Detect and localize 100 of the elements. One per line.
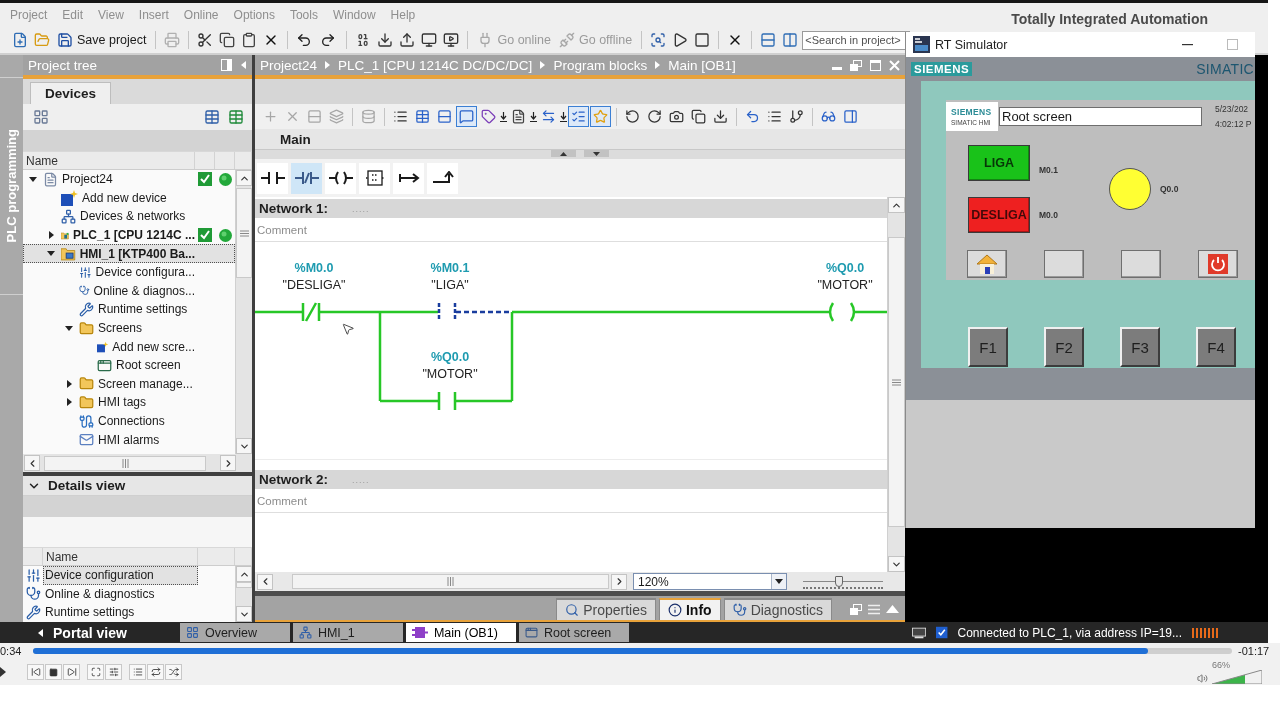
scroll-right-icon[interactable] (220, 455, 236, 471)
scrollbar-thumb[interactable] (292, 574, 609, 589)
palette-button[interactable] (291, 162, 322, 194)
caret-left-icon[interactable] (240, 61, 247, 69)
zoom-field[interactable]: 120% (633, 573, 787, 590)
tree-item[interactable]: Online & diagnos... (23, 281, 235, 301)
fullscreen-icon[interactable] (87, 664, 104, 680)
toolbar-button[interactable]: Save project (54, 29, 150, 51)
editor-tab[interactable]: Overview (179, 623, 290, 642)
speaker-icon[interactable] (1197, 672, 1208, 684)
restore-icon[interactable] (850, 59, 862, 71)
dropdown-arrow-icon[interactable] (500, 111, 507, 122)
scroll-down-icon[interactable] (236, 438, 252, 454)
caret-down-icon[interactable] (29, 175, 37, 183)
tree-item[interactable]: Device configura... (23, 262, 235, 282)
tree-item[interactable]: Connections (23, 411, 235, 431)
editor-tab[interactable]: Root screen (518, 623, 629, 642)
function-key[interactable]: F2 (1044, 327, 1084, 367)
function-key[interactable]: F1 (968, 327, 1008, 367)
monitor-icon[interactable] (421, 32, 438, 48)
tree-item[interactable]: Project24 (23, 170, 235, 189)
arrow-down-icon[interactable] (584, 150, 609, 157)
speech-bubble-icon[interactable] (456, 106, 477, 127)
editor-tab[interactable]: HMI_1 (292, 623, 403, 642)
tree-item[interactable]: Add new device (23, 188, 235, 208)
stop-icon[interactable] (45, 664, 62, 680)
tree-item[interactable]: Devices & networks (23, 207, 235, 226)
upload-icon[interactable] (399, 32, 416, 48)
scrollbar-thumb[interactable] (236, 582, 252, 588)
table-icon[interactable] (228, 109, 244, 125)
tree-item[interactable]: Runtime settings (23, 300, 235, 319)
caret-right-icon[interactable] (47, 231, 55, 240)
panel-tab[interactable]: Devices (30, 82, 112, 104)
screen-button[interactable] (1121, 250, 1161, 278)
palette-button[interactable] (393, 162, 424, 194)
tree-item[interactable]: Add new scre... (23, 337, 235, 356)
caret-down-icon[interactable] (65, 324, 73, 332)
screen-button[interactable] (1044, 250, 1084, 278)
tree-item[interactable]: HMI tags (23, 393, 235, 412)
play-icon[interactable] (672, 32, 689, 48)
skip-forward-icon[interactable] (63, 664, 80, 680)
function-key[interactable]: F4 (1196, 327, 1236, 367)
caret-right-icon[interactable] (65, 398, 73, 407)
shuffle-icon[interactable] (165, 664, 182, 680)
scroll-down-icon[interactable] (888, 556, 905, 572)
dropdown-arrow-icon[interactable] (560, 111, 567, 122)
slider-thumb[interactable] (835, 575, 843, 587)
dropdown-arrow-icon[interactable] (530, 111, 537, 122)
tree-item[interactable]: HMI_1 [KTP400 Ba... (23, 244, 235, 263)
scroll-up-icon[interactable] (888, 197, 905, 213)
maximize-icon[interactable] (870, 59, 881, 71)
scroll-up-icon[interactable] (236, 170, 252, 186)
caret-down-icon[interactable] (771, 574, 786, 589)
grid-icon[interactable] (33, 109, 49, 125)
list-item[interactable]: Online & diagnostics (43, 584, 198, 604)
new-document-icon[interactable] (12, 32, 28, 48)
undo-icon[interactable] (296, 32, 313, 48)
scan-search-icon[interactable] (650, 32, 667, 48)
scroll-right-icon[interactable] (611, 573, 627, 590)
scroll-up-icon[interactable] (236, 566, 252, 582)
caret-down-icon[interactable] (47, 250, 55, 258)
search-field[interactable]: <Search in project> (802, 30, 911, 50)
inspector-tab[interactable]: Properties (556, 598, 656, 620)
redo-icon[interactable] (320, 32, 337, 48)
play-icon[interactable] (0, 667, 6, 677)
scroll-left-icon[interactable] (257, 573, 273, 590)
hmi-button[interactable]: DESLIGA (968, 197, 1030, 233)
palette-button[interactable] (427, 162, 458, 194)
skip-back-icon[interactable] (27, 664, 44, 680)
tree-item[interactable]: PLC_1 [CPU 1214C ... (23, 225, 235, 245)
scissors-icon[interactable] (197, 32, 214, 48)
checklist-icon[interactable] (568, 106, 589, 127)
screen-button[interactable] (967, 250, 1007, 278)
list-item[interactable]: Device configuration (43, 566, 198, 585)
monitor-play-icon[interactable] (443, 32, 460, 48)
zoom-slider[interactable] (803, 574, 883, 589)
tree-item[interactable]: Root screen (23, 355, 235, 375)
equalizer-icon[interactable] (105, 664, 122, 680)
arrow-up-icon[interactable] (551, 150, 576, 157)
screen-button[interactable] (1198, 250, 1238, 278)
tree-item[interactable]: Screen manage... (23, 374, 235, 394)
tree-item[interactable]: HMI alarms (23, 430, 235, 449)
portal-view-button[interactable]: Portal view (33, 624, 131, 641)
tree-item[interactable]: Screens (23, 318, 235, 338)
scrollbar-thumb[interactable] (44, 455, 206, 471)
table-icon[interactable] (204, 109, 220, 125)
list-item[interactable]: Runtime settings (43, 603, 198, 622)
rows-icon[interactable] (760, 32, 777, 48)
editor-tab[interactable]: Main (OB1) (405, 623, 516, 642)
scrollbar-thumb[interactable] (888, 237, 905, 527)
inspector-tab[interactable]: Info (658, 598, 721, 620)
volume-slider[interactable] (1212, 669, 1262, 684)
hmi-button[interactable]: LIGA (968, 145, 1030, 181)
scrollbar-thumb[interactable] (236, 188, 252, 278)
function-key[interactable]: F3 (1120, 327, 1160, 367)
palette-button[interactable] (325, 162, 356, 194)
palette-button[interactable] (257, 162, 288, 194)
scroll-left-icon[interactable] (24, 455, 40, 471)
repeat-icon[interactable] (147, 664, 164, 680)
caret-right-icon[interactable] (65, 379, 73, 388)
